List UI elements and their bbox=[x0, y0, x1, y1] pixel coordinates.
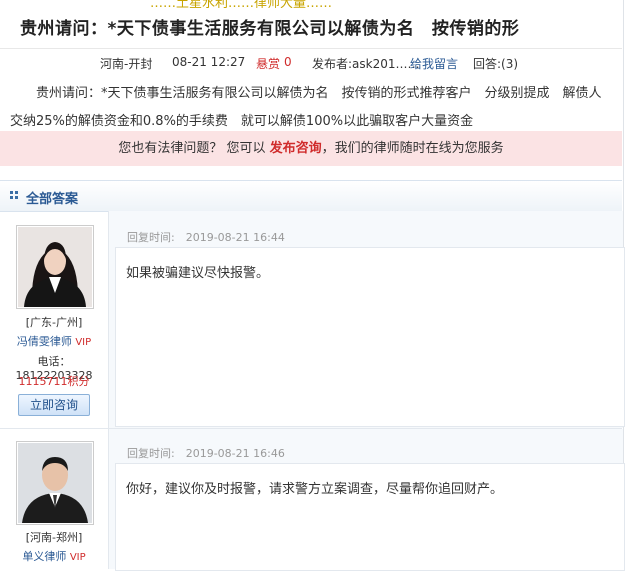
lawyer-card: [广东-广州] 冯倩雯律师 VIP 电话：18122203328 1115711… bbox=[0, 211, 108, 428]
lawyer-name-line[interactable]: 冯倩雯律师 VIP bbox=[0, 333, 108, 349]
reply-box: 你好，建议你及时报警，请求警方立案调查，尽量帮你追回财产。 bbox=[115, 463, 625, 571]
reply-text: 如果被骗建议尽快报警。 bbox=[126, 266, 270, 281]
reply-panel: 回复时间: 2019-08-21 16:46 你好，建议你及时报警，请求警方立案… bbox=[108, 429, 625, 571]
lawyer-avatar[interactable] bbox=[16, 225, 94, 309]
lawyer-name[interactable]: 冯倩雯律师 bbox=[17, 335, 72, 348]
lawyer-photo-icon bbox=[18, 227, 92, 307]
lawyer-location: [广东-广州] bbox=[25, 316, 83, 329]
vip-badge: VIP bbox=[75, 337, 92, 348]
question-body: 贵州请问：*天下债事生活服务有限公司以解债为名 按传销的形式推荐客户 分级别提成… bbox=[10, 80, 615, 136]
reply-box: 如果被骗建议尽快报警。 bbox=[115, 247, 625, 427]
lawyer-location: [河南-郑州] bbox=[25, 531, 83, 544]
lawyer-card: [河南-郑州] 单义律师 VIP bbox=[0, 429, 108, 569]
vip-badge: VIP bbox=[69, 552, 86, 563]
consult-now-button[interactable]: 立即咨询 bbox=[18, 394, 90, 416]
reply-panel: 回复时间: 2019-08-21 16:44 如果被骗建议尽快报警。 bbox=[108, 211, 625, 428]
question-location: 河南-开封 bbox=[100, 57, 153, 71]
bounty-label: 悬赏 bbox=[256, 57, 281, 71]
publish-consult-link[interactable]: 发布咨询 bbox=[270, 141, 322, 156]
leave-message-link[interactable]: 给我留言 bbox=[410, 55, 458, 72]
lawyer-name[interactable]: 单义律师 bbox=[22, 550, 66, 563]
grid-icon bbox=[10, 191, 18, 199]
question-title: 贵州请问：*天下债事生活服务有限公司以解债为名 按传销的形 bbox=[20, 19, 520, 39]
reply-count: 回答:(3) bbox=[473, 57, 519, 71]
consult-prefix: 您也有法律问题？ 您可以 bbox=[118, 141, 266, 156]
question-meta: 河南-开封 08-21 12:27 悬赏 0 发布者:ask201…… 给我留言… bbox=[0, 48, 622, 75]
lawyer-photo-icon bbox=[18, 443, 92, 523]
lawyer-points: 1115711积分 bbox=[18, 375, 90, 388]
answers-header: 全部答案 bbox=[0, 180, 622, 212]
consult-bar: 您也有法律问题？ 您可以 发布咨询，我们的律师随时在线为您服务 bbox=[0, 131, 622, 166]
lawyer-avatar[interactable] bbox=[16, 441, 94, 525]
question-date: 08-21 12:27 bbox=[172, 55, 246, 69]
bounty-value: 0 bbox=[284, 55, 292, 69]
top-cut-label: ……土星水利……律师大量…… bbox=[150, 0, 333, 8]
consult-suffix: ，我们的律师随时在线为您服务 bbox=[321, 141, 504, 156]
question-body-line-1: 贵州请问：*天下债事生活服务有限公司以解债为名 按传销的形式推荐客户 分级别提成… bbox=[36, 86, 602, 101]
reply-time: 回复时间: 2019-08-21 16:46 bbox=[127, 447, 285, 460]
lawyer-name-line[interactable]: 单义律师 VIP bbox=[0, 548, 108, 564]
poster-label: 发布者:ask201…… bbox=[312, 57, 420, 71]
answers-header-label: 全部答案 bbox=[26, 192, 79, 207]
answer-item: [广东-广州] 冯倩雯律师 VIP 电话：18122203328 1115711… bbox=[0, 211, 625, 428]
reply-text: 你好，建议你及时报警，请求警方立案调查，尽量帮你追回财产。 bbox=[126, 482, 504, 497]
answer-item: [河南-郑州] 单义律师 VIP 回复时间: 2019-08-21 16:46 … bbox=[0, 429, 625, 571]
top-cut-text: ……土星水利……律师大量…… bbox=[0, 0, 640, 8]
question-page: ……土星水利……律师大量…… 贵州请问：*天下债事生活服务有限公司以解债为名 按… bbox=[0, 0, 625, 571]
reply-time: 回复时间: 2019-08-21 16:44 bbox=[127, 231, 285, 244]
